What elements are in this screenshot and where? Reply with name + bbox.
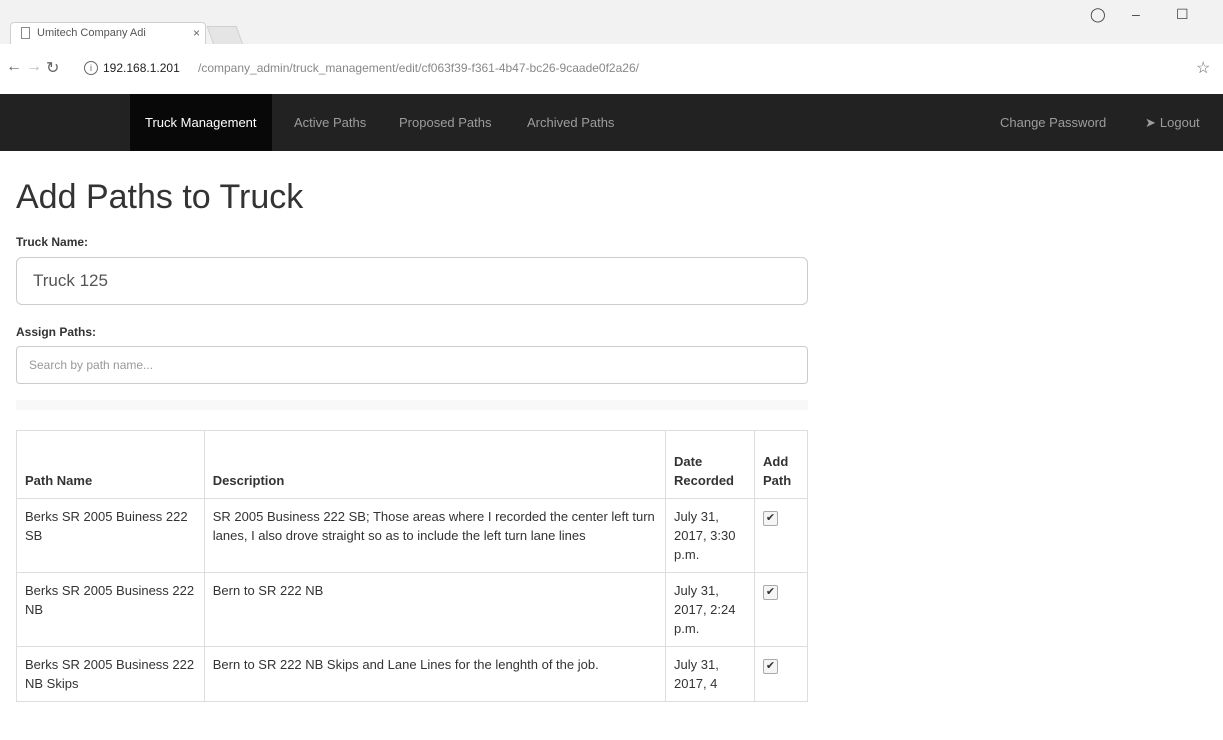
nav-active-paths[interactable]: Active Paths <box>294 94 366 151</box>
account-icon[interactable]: ◯ <box>1090 6 1106 23</box>
back-arrow-icon[interactable]: ← <box>6 58 22 76</box>
header-path-name: Path Name <box>16 430 205 499</box>
nav-truck-management[interactable]: Truck Management <box>130 94 272 151</box>
add-path-checkbox[interactable]: ✔ <box>763 511 778 526</box>
truck-name-label: Truck Name: <box>16 235 89 249</box>
add-path-cell: ✔ <box>754 646 808 702</box>
header-add-path: Add Path <box>754 430 808 499</box>
star-icon[interactable]: ☆ <box>1196 58 1210 78</box>
path-name-cell: Berks SR 2005 Buiness 222 SB <box>16 498 205 573</box>
table-row: Berks SR 2005 Business 222 NB Bern to SR… <box>16 572 808 647</box>
truck-name-input[interactable] <box>16 257 808 305</box>
header-date-recorded: Date Recorded <box>665 430 755 499</box>
nav-change-password[interactable]: Change Password <box>1000 94 1106 151</box>
path-search-input[interactable] <box>16 346 808 384</box>
nav-proposed-paths[interactable]: Proposed Paths <box>399 94 492 151</box>
url-host: 192.168.1.201 <box>103 61 180 75</box>
description-cell: Bern to SR 222 NB Skips and Lane Lines f… <box>203 646 667 702</box>
add-path-checkbox[interactable]: ✔ <box>763 659 778 674</box>
table-header-row: Path Name Description Date Recorded Add … <box>16 430 808 499</box>
date-cell: July 31, 2017, 2:24 p.m. <box>665 572 755 647</box>
new-tab-button[interactable] <box>206 26 244 45</box>
assign-paths-label: Assign Paths: <box>16 325 97 339</box>
nav-archived-paths[interactable]: Archived Paths <box>527 94 614 151</box>
tab-close-icon[interactable]: × <box>193 26 200 40</box>
date-cell: July 31, 2017, 3:30 p.m. <box>665 498 755 573</box>
browser-toolbar: ← → ↻ i 192.168.1.201 /company_admin/tru… <box>0 44 1223 95</box>
logout-label: Logout <box>1159 115 1200 130</box>
url-path: /company_admin/truck_management/edit/cf0… <box>198 61 639 75</box>
browser-tabstrip: Umitech Company Adi × ◯ – ☐ <box>0 0 1223 45</box>
paths-table: Path Name Description Date Recorded Add … <box>16 430 808 702</box>
header-description: Description <box>203 430 667 499</box>
info-icon[interactable]: i <box>84 61 98 75</box>
logout-link[interactable]: ➤ Logout <box>1145 94 1200 151</box>
date-cell: July 31, 2017, 4 <box>665 646 755 702</box>
forward-arrow-icon[interactable]: → <box>26 58 42 76</box>
description-cell: SR 2005 Business 222 SB; Those areas whe… <box>203 498 667 573</box>
address-bar[interactable]: i 192.168.1.201 /company_admin/truck_man… <box>58 52 1208 86</box>
description-cell: Bern to SR 222 NB <box>203 572 667 647</box>
add-path-checkbox[interactable]: ✔ <box>763 585 778 600</box>
page-title: Add Paths to Truck <box>16 178 304 216</box>
path-name-cell: Berks SR 2005 Business 222 NB <box>16 572 205 647</box>
page-icon <box>21 27 30 39</box>
path-name-cell: Berks SR 2005 Business 222 NB Skips <box>16 646 205 702</box>
table-row: Berks SR 2005 Buiness 222 SB SR 2005 Bus… <box>16 498 808 573</box>
results-well <box>16 400 808 410</box>
browser-tab[interactable]: Umitech Company Adi × <box>10 22 206 44</box>
add-path-cell: ✔ <box>754 572 808 647</box>
minimize-icon[interactable]: – <box>1132 6 1140 22</box>
logout-icon: ➤ <box>1145 115 1156 130</box>
app-navbar: Truck Management Active Paths Proposed P… <box>0 94 1223 151</box>
maximize-icon[interactable]: ☐ <box>1176 6 1189 23</box>
add-path-cell: ✔ <box>754 498 808 573</box>
table-row: Berks SR 2005 Business 222 NB Skips Bern… <box>16 646 808 702</box>
tab-title: Umitech Company Adi <box>37 27 146 39</box>
